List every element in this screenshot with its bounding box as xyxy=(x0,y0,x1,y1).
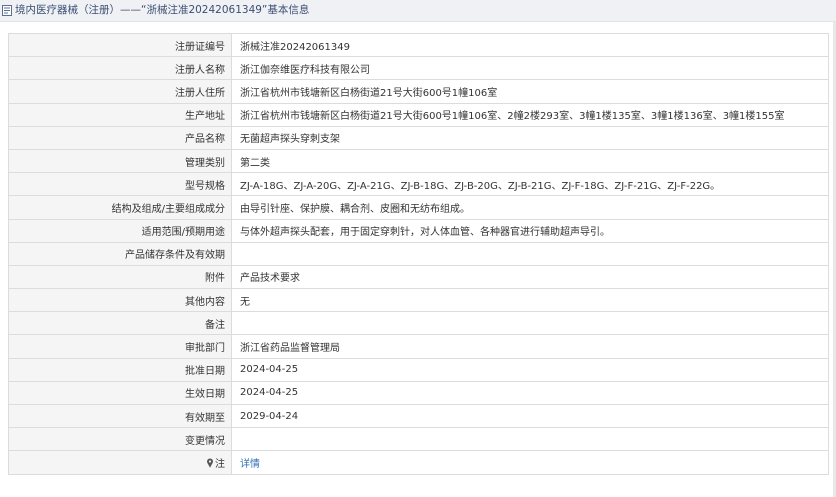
row-value: ZJ-A-18G、ZJ-A-20G、ZJ-A-21G、ZJ-B-18G、ZJ-B… xyxy=(231,172,829,197)
row-label: 备注 xyxy=(8,311,232,336)
table-row: 生效日期 2024-04-25 xyxy=(8,380,829,406)
row-label: 产品储存条件及有效期 xyxy=(8,241,232,266)
row-label: 附件 xyxy=(8,264,232,290)
row-value: 浙江省药品监督管理局 xyxy=(231,334,829,359)
table-row: 注册证编号 浙械注准20242061349 xyxy=(8,32,829,58)
row-value: 产品技术要求 xyxy=(231,264,829,290)
table-row: 其他内容 无 xyxy=(8,288,829,313)
note-label: 注 xyxy=(215,458,225,470)
row-value: 浙江伽奈维医疗科技有限公司 xyxy=(231,56,829,81)
row-value: 无菌超声探头穿刺支架 xyxy=(231,125,829,150)
table-row: 注册人名称 浙江伽奈维医疗科技有限公司 xyxy=(8,56,829,81)
table-row: 管理类别 第二类 xyxy=(8,148,829,174)
table-row: 适用范围/预期用途 与体外超声探头配套，用于固定穿刺针，对人体血管、各种器官进行… xyxy=(8,218,829,243)
table-row: 有效期至 2029-04-24 xyxy=(8,403,829,429)
row-value: 浙江省杭州市钱塘新区白杨街道21号大街600号1幢106室 xyxy=(231,79,829,104)
document-icon xyxy=(2,5,12,16)
table-row: 生产地址 浙江省杭州市钱塘新区白杨街道21号大街600号1幢106室、2幢2楼2… xyxy=(8,102,829,127)
row-label: 注册人名称 xyxy=(8,56,232,81)
row-value xyxy=(231,241,829,266)
row-value xyxy=(231,311,829,336)
note-value-cell: 详情 xyxy=(231,450,829,475)
row-label: 管理类别 xyxy=(8,148,232,174)
table-row: 附件 产品技术要求 xyxy=(8,264,829,290)
row-value: 第二类 xyxy=(231,148,829,174)
details-link[interactable]: 详情 xyxy=(240,459,260,470)
row-value: 2029-04-24 xyxy=(231,403,829,429)
table-row: 结构及组成/主要组成成分 由导引针座、保护膜、耦合剂、皮圈和无纺布组成。 xyxy=(8,195,829,220)
row-label: 适用范围/预期用途 xyxy=(8,218,232,243)
row-value: 浙江省杭州市钱塘新区白杨街道21号大街600号1幢106室、2幢2楼293室、3… xyxy=(231,102,829,127)
table-row: 变更情况 xyxy=(8,427,829,452)
row-value xyxy=(231,427,829,452)
table-row: 审批部门 浙江省药品监督管理局 xyxy=(8,334,829,359)
row-value: 浙械注准20242061349 xyxy=(231,32,829,58)
row-label: 型号规格 xyxy=(8,172,232,197)
row-label: 注册人住所 xyxy=(8,79,232,104)
row-label: 其他内容 xyxy=(8,288,232,313)
table-row: 注册人住所 浙江省杭州市钱塘新区白杨街道21号大街600号1幢106室 xyxy=(8,79,829,104)
row-label: 生效日期 xyxy=(8,380,232,406)
row-label: 批准日期 xyxy=(8,357,232,382)
table-row: 产品名称 无菌超声探头穿刺支架 xyxy=(8,125,829,150)
table-row: 型号规格 ZJ-A-18G、ZJ-A-20G、ZJ-A-21G、ZJ-B-18G… xyxy=(8,172,829,197)
device-info-table: 注册证编号 浙械注准20242061349 注册人名称 浙江伽奈维医疗科技有限公… xyxy=(8,32,829,475)
note-row: 注 详情 xyxy=(8,450,829,475)
row-label: 生产地址 xyxy=(8,102,232,127)
page-title: 境内医疗器械（注册）——“浙械注准20242061349”基本信息 xyxy=(15,4,310,16)
row-label: 审批部门 xyxy=(8,334,232,359)
row-value: 由导引针座、保护膜、耦合剂、皮圈和无纺布组成。 xyxy=(231,195,829,220)
row-label: 注册证编号 xyxy=(8,32,232,58)
row-value: 与体外超声探头配套，用于固定穿刺针，对人体血管、各种器官进行辅助超声导引。 xyxy=(231,218,829,243)
row-label: 产品名称 xyxy=(8,125,232,150)
row-label: 结构及组成/主要组成成分 xyxy=(8,195,232,220)
page-header: 境内医疗器械（注册）——“浙械注准20242061349”基本信息 xyxy=(0,0,836,22)
row-value: 2024-04-25 xyxy=(231,357,829,382)
row-label: 有效期至 xyxy=(8,403,232,429)
table-row: 备注 xyxy=(8,311,829,336)
pin-icon xyxy=(207,458,213,468)
table-row: 产品储存条件及有效期 xyxy=(8,241,829,266)
row-value: 2024-04-25 xyxy=(231,380,829,406)
table-row: 批准日期 2024-04-25 xyxy=(8,357,829,382)
row-value: 无 xyxy=(231,288,829,313)
note-label-cell: 注 xyxy=(8,450,232,475)
row-label: 变更情况 xyxy=(8,427,232,452)
